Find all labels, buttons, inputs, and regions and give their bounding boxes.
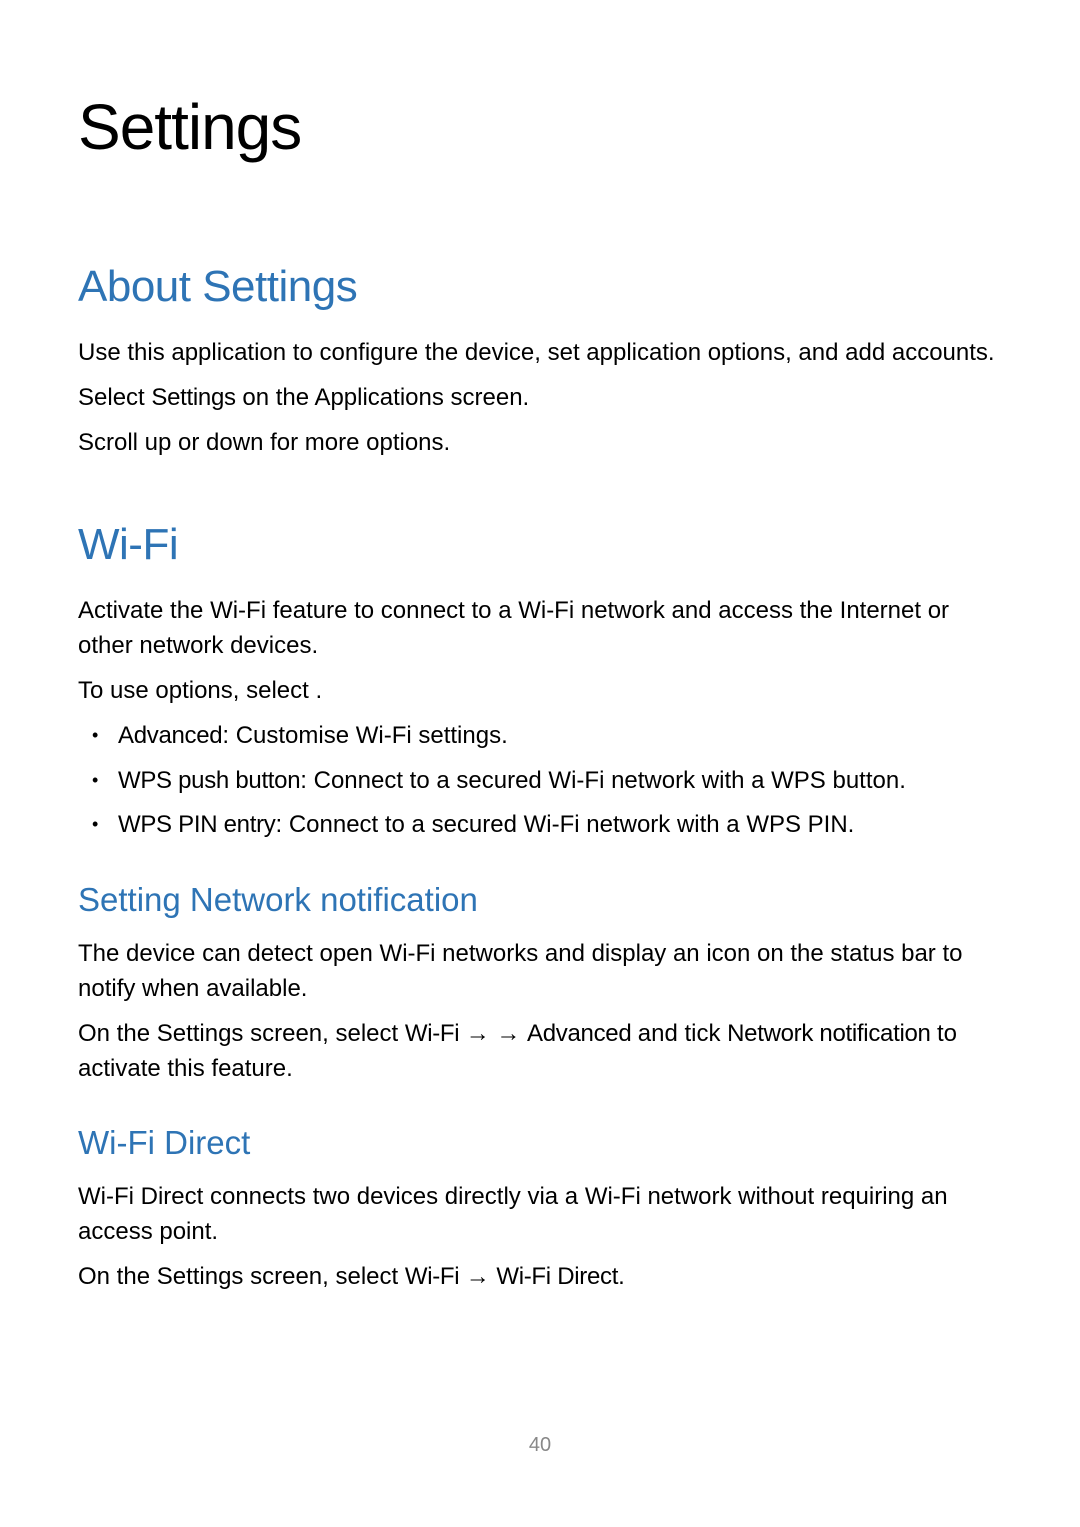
wd-p2-post: . (618, 1263, 625, 1290)
nn-p2-adv: Advanced (527, 1020, 638, 1047)
heading-wifi: Wi-Fi (78, 520, 1002, 570)
nn-p2-arrow2: → (496, 1020, 527, 1047)
list-item: Advanced: Customise Wi-Fi settings. (118, 719, 1002, 754)
option-desc: Connect to a secured Wi-Fi network with … (289, 811, 855, 838)
option-label: WPS PIN entry (118, 811, 275, 838)
about-p2-pre: Select (78, 384, 151, 411)
wd-p2-wd: Wi-Fi Direct (496, 1263, 618, 1290)
wifi-options-post: . (315, 677, 322, 704)
about-p2-post: on the Applications screen. (236, 384, 530, 411)
wd-p2-wifi: Wi-Fi (405, 1263, 466, 1290)
about-p2: Select Settings on the Applications scre… (78, 381, 1002, 416)
section-about-settings: About Settings Use this application to c… (78, 262, 1002, 460)
nn-p2: On the Settings screen, select Wi-Fi → →… (78, 1017, 1002, 1087)
section-wifi: Wi-Fi Activate the Wi-Fi feature to conn… (78, 520, 1002, 1294)
wd-p1: Wi-Fi Direct connects two devices direct… (78, 1180, 1002, 1250)
option-desc: Customise Wi-Fi settings. (236, 722, 508, 749)
nn-p2-arrow1: → (466, 1020, 497, 1047)
option-sep: : (222, 722, 235, 749)
wifi-options-list: Advanced: Customise Wi-Fi settings. WPS … (78, 719, 1002, 843)
about-p3: Scroll up or down for more options. (78, 426, 1002, 461)
nn-p2-mid: and tick (638, 1020, 727, 1047)
option-label: WPS push button (118, 767, 300, 794)
option-desc: Connect to a secured Wi-Fi network with … (314, 767, 906, 794)
heading-network-notification: Setting Network notification (78, 881, 1002, 919)
wifi-options-pre: To use options, select (78, 677, 315, 704)
nn-p2-pre: On the Settings screen, select (78, 1020, 405, 1047)
wifi-options-line: To use options, select . (78, 674, 1002, 709)
option-sep: : (275, 811, 288, 838)
page-title: Settings (78, 90, 1002, 164)
nn-p2-nn: Network notification (727, 1020, 937, 1047)
wifi-intro: Activate the Wi-Fi feature to connect to… (78, 594, 1002, 664)
about-p2-bold: Settings (151, 384, 235, 411)
about-p1: Use this application to configure the de… (78, 336, 1002, 371)
option-label: Advanced (118, 722, 222, 749)
wd-p2-arrow: → (466, 1263, 497, 1290)
wd-p2: On the Settings screen, select Wi-Fi → W… (78, 1260, 1002, 1295)
page-content: Settings About Settings Use this applica… (0, 0, 1080, 1365)
option-sep: : (300, 767, 313, 794)
wd-p2-pre: On the Settings screen, select (78, 1263, 405, 1290)
heading-about-settings: About Settings (78, 262, 1002, 312)
nn-p2-wifi: Wi-Fi (405, 1020, 466, 1047)
list-item: WPS push button: Connect to a secured Wi… (118, 764, 1002, 799)
page-number: 40 (529, 1434, 551, 1457)
nn-p1: The device can detect open Wi-Fi network… (78, 937, 1002, 1007)
heading-wifi-direct: Wi-Fi Direct (78, 1124, 1002, 1162)
list-item: WPS PIN entry: Connect to a secured Wi-F… (118, 808, 1002, 843)
